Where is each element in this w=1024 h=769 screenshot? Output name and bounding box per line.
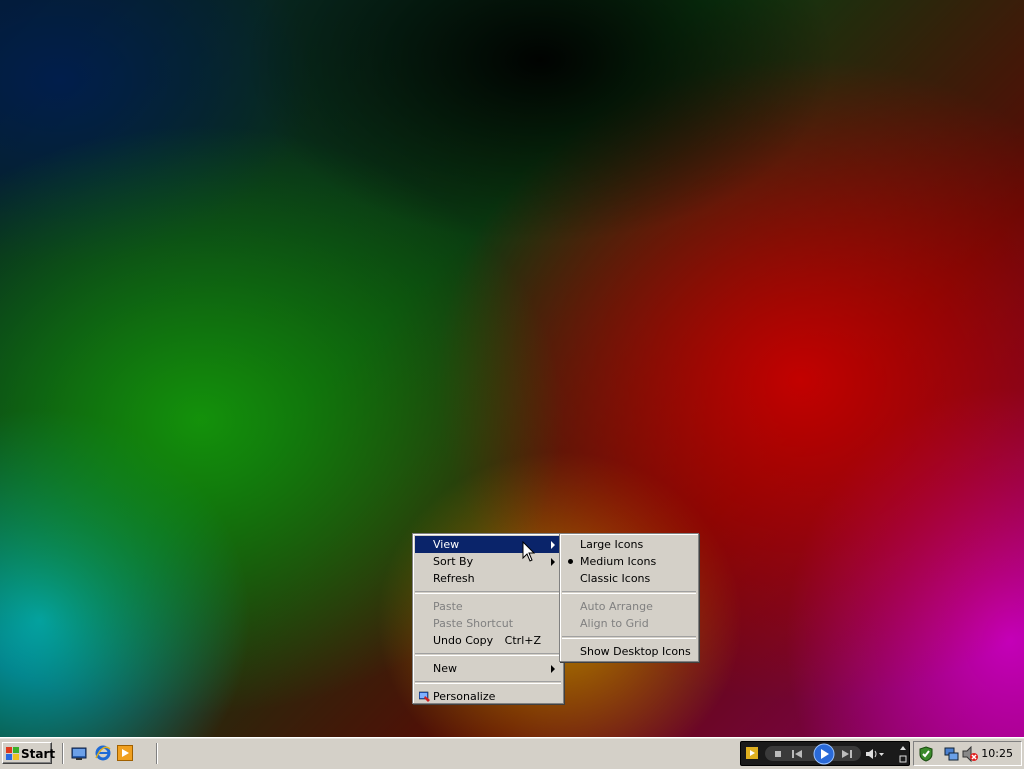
menu-item-label: Large Icons — [580, 538, 644, 551]
media-player-icon[interactable] — [117, 745, 133, 761]
menu-item-label: Align to Grid — [580, 617, 649, 630]
menu-item-label: Medium Icons — [580, 555, 657, 568]
desktop-context-menu: View Sort By Refresh Paste Paste Shortcu… — [412, 533, 564, 704]
menu-item-label: Classic Icons — [580, 572, 651, 585]
media-mode-icon[interactable] — [745, 746, 759, 760]
taskbar-separator — [156, 743, 158, 764]
menu-item-undo-copy[interactable]: Undo Copy Ctrl+Z — [415, 632, 561, 649]
show-desktop-icon[interactable] — [71, 745, 87, 761]
menu-item-label: Personalize — [433, 690, 496, 703]
previous-icon[interactable] — [791, 749, 803, 759]
menu-item-medium-icons[interactable]: Medium Icons — [562, 553, 696, 570]
taskbar-separator — [62, 743, 64, 764]
menu-item-label: View — [433, 538, 460, 551]
desktop[interactable]: View Sort By Refresh Paste Paste Shortcu… — [0, 0, 1024, 737]
menu-item-label: Auto Arrange — [580, 600, 653, 613]
taskbar: Start 10:25 — [0, 737, 1024, 769]
start-button[interactable]: Start — [2, 742, 56, 764]
menu-item-new[interactable]: New — [415, 660, 561, 677]
clock[interactable]: 10:25 — [981, 747, 1013, 760]
radio-bullet-icon — [568, 559, 573, 564]
submenu-arrow-icon — [551, 558, 555, 566]
volume-muted-icon[interactable] — [962, 746, 978, 762]
menu-item-label: Undo Copy — [433, 634, 494, 647]
mouse-pointer-icon — [522, 541, 536, 562]
menu-item-label: Show Desktop Icons — [580, 645, 691, 658]
menu-item-show-desktop-icons[interactable]: Show Desktop Icons — [562, 643, 696, 660]
menu-item-label: New — [433, 662, 457, 675]
menu-separator — [415, 653, 561, 656]
volume-icon[interactable] — [865, 748, 885, 760]
menu-item-paste: Paste — [415, 598, 561, 615]
next-icon[interactable] — [841, 749, 853, 759]
menu-item-refresh[interactable]: Refresh — [415, 570, 561, 587]
menu-item-paste-shortcut: Paste Shortcut — [415, 615, 561, 632]
menu-item-label: Paste — [433, 600, 463, 613]
menu-separator — [415, 681, 561, 684]
menu-item-auto-arrange: Auto Arrange — [562, 598, 696, 615]
menu-item-classic-icons[interactable]: Classic Icons — [562, 570, 696, 587]
system-tray: 10:25 — [913, 741, 1022, 766]
menu-separator — [562, 636, 696, 639]
view-submenu: Large Icons Medium Icons Classic Icons A… — [559, 533, 699, 662]
menu-item-personalize[interactable]: Personalize — [415, 688, 561, 705]
menu-item-align-to-grid: Align to Grid — [562, 615, 696, 632]
media-player-toolbar — [740, 741, 910, 766]
media-resize-icon[interactable] — [899, 744, 907, 764]
menu-item-view[interactable]: View — [415, 536, 561, 553]
menu-item-large-icons[interactable]: Large Icons — [562, 536, 696, 553]
internet-explorer-icon[interactable] — [95, 745, 111, 761]
submenu-arrow-icon — [551, 665, 555, 673]
start-label: Start — [21, 747, 56, 761]
menu-item-sort-by[interactable]: Sort By — [415, 553, 561, 570]
security-shield-icon[interactable] — [918, 746, 934, 762]
play-icon[interactable] — [813, 743, 835, 765]
menu-item-label: Sort By — [433, 555, 474, 568]
menu-separator — [415, 591, 561, 594]
menu-item-label: Refresh — [433, 572, 475, 585]
shortcut-label: Ctrl+Z — [504, 634, 541, 647]
windows-logo-icon — [6, 747, 19, 760]
menu-item-label: Paste Shortcut — [433, 617, 514, 630]
personalize-icon — [419, 691, 430, 702]
stop-icon[interactable] — [773, 749, 783, 759]
submenu-arrow-icon — [551, 541, 555, 549]
network-icon[interactable] — [944, 746, 960, 762]
menu-separator — [562, 591, 696, 594]
